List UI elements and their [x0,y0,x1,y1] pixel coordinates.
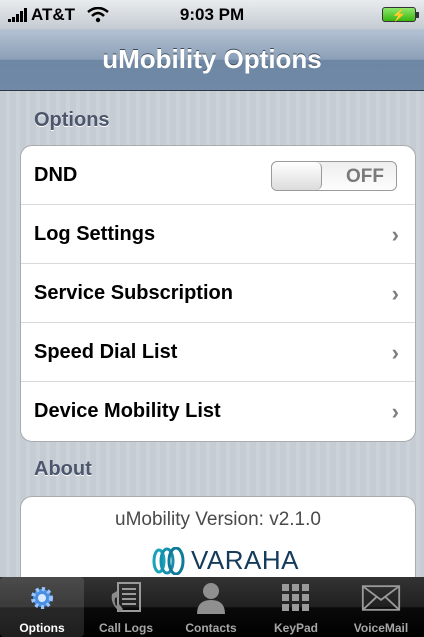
voicemail-icon [361,582,401,614]
options-group: DND OFF Log Settings › Service Subscript… [20,145,416,442]
tab-label: KeyPad [273,621,319,635]
status-bar: AT&T 9:03 PM ⚡ [0,0,424,29]
toggle-state-text: OFF [346,166,384,187]
tab-label: Call Logs [98,621,153,635]
dnd-row: DND OFF [21,146,415,205]
tab-bar: Options Call Logs Contacts KeyPad VoiceM… [0,577,424,637]
page-title: uMobility Options [102,44,322,74]
tab-options[interactable]: Options [0,577,84,637]
row-label: Service Subscription [34,281,233,304]
service-subscription-row[interactable]: Service Subscription › [21,264,415,323]
battery-charging-icon: ⚡ [382,7,419,22]
section-header-options: Options [34,109,110,131]
row-label: Log Settings [34,222,156,245]
dnd-toggle[interactable]: OFF [271,161,397,191]
toggle-knob [272,162,322,190]
speed-dial-list-row[interactable]: Speed Dial List › [21,323,415,382]
about-panel: uMobility Version: v2.1.0 VARAHA [20,496,416,577]
tab-label: Options [19,621,65,635]
tab-contacts[interactable]: Contacts [169,577,253,637]
contacts-icon [191,582,231,614]
navigation-bar: uMobility Options [0,29,424,91]
varaha-logo-icon [152,546,185,575]
varaha-logo: VARAHA [149,545,299,576]
chevron-right-icon: › [391,222,399,247]
chevron-right-icon: › [391,340,399,365]
logo-text: VARAHA [191,545,299,575]
row-label: Speed Dial List [34,340,178,363]
version-text: uMobility Version: v2.1.0 [115,509,321,530]
tab-label: Contacts [185,621,237,635]
log-settings-row[interactable]: Log Settings › [21,205,415,264]
keypad-icon [276,582,316,614]
tab-call-logs[interactable]: Call Logs [84,577,168,637]
row-label: Device Mobility List [34,400,221,422]
call-logs-icon [106,582,146,614]
gear-icon [22,582,62,614]
chevron-right-icon: › [391,281,399,306]
dnd-label: DND [34,163,78,186]
tab-voicemail[interactable]: VoiceMail [339,577,423,637]
device-mobility-list-row[interactable]: Device Mobility List › [21,382,415,441]
status-time: 9:03 PM [179,5,245,24]
options-content[interactable]: Options DND OFF Log Settings › Service S… [0,91,424,577]
section-header-about: About [34,458,92,480]
chevron-right-icon: › [391,399,399,424]
tab-label: VoiceMail [353,621,409,635]
tab-keypad[interactable]: KeyPad [254,577,338,637]
